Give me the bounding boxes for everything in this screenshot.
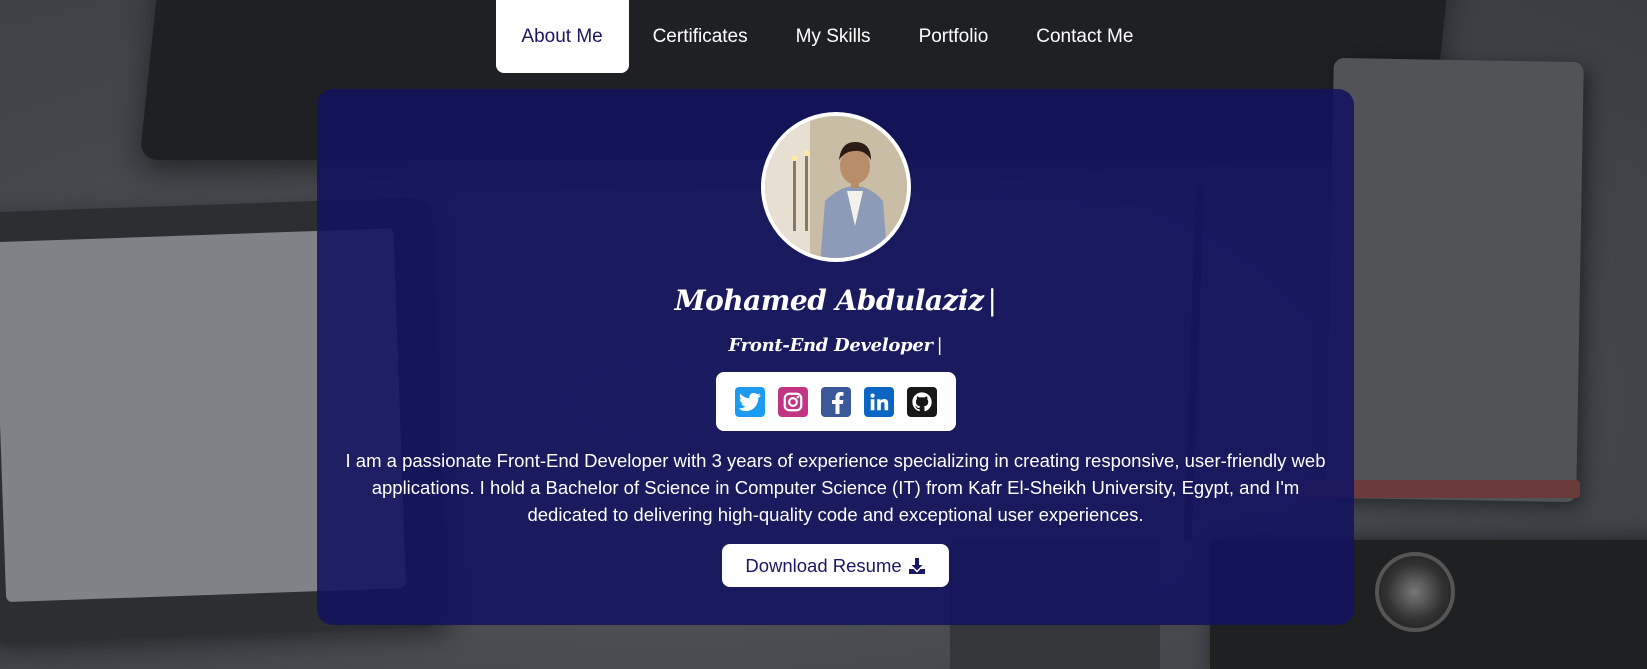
- profile-name: Mohamed Abdulaziz |: [675, 284, 997, 317]
- background-camera-lens: [1375, 552, 1455, 632]
- typing-cursor: |: [936, 335, 943, 356]
- nav-list: About Me Certificates My Skills Portfoli…: [495, 0, 1158, 73]
- profile-role: Front-End Developer |: [729, 335, 943, 356]
- profile-bio: I am a passionate Front-End Developer wi…: [345, 450, 1326, 525]
- profile-role-text: Front-End Developer: [728, 335, 933, 356]
- main-nav: About Me Certificates My Skills Portfoli…: [0, 0, 1647, 73]
- facebook-icon[interactable]: [820, 386, 851, 417]
- profile-card: Mohamed Abdulaziz | Front-End Developer | …: [317, 89, 1354, 625]
- nav-item-portfolio[interactable]: Portfolio: [895, 0, 1013, 73]
- nav-item-about-me[interactable]: About Me: [495, 0, 629, 73]
- instagram-icon[interactable]: [777, 386, 808, 417]
- avatar: [760, 112, 911, 262]
- github-icon[interactable]: [906, 386, 937, 417]
- nav-item-my-skills[interactable]: My Skills: [772, 0, 895, 73]
- nav-item-certificates[interactable]: Certificates: [629, 0, 772, 73]
- download-resume-button[interactable]: Download Resume: [722, 544, 949, 587]
- avatar-photo: [764, 116, 907, 258]
- download-icon: [908, 557, 925, 574]
- background-notebook: [1326, 57, 1584, 503]
- typing-cursor: |: [987, 284, 997, 317]
- social-links: [715, 372, 956, 431]
- twitter-icon[interactable]: [734, 386, 765, 417]
- nav-item-contact-me[interactable]: Contact Me: [1012, 0, 1157, 73]
- profile-name-text: Mohamed Abdulaziz: [674, 284, 984, 317]
- download-resume-label: Download Resume: [745, 554, 902, 576]
- linkedin-icon[interactable]: [863, 386, 894, 417]
